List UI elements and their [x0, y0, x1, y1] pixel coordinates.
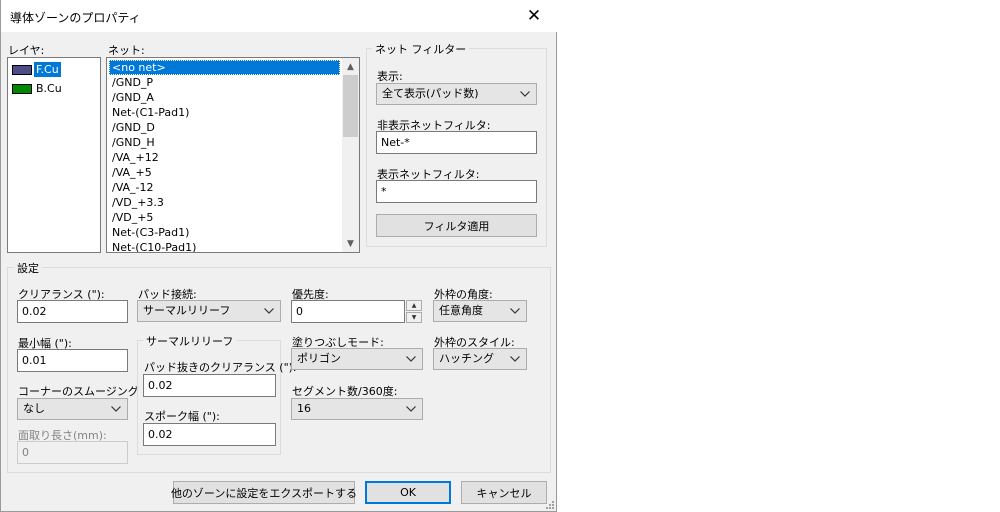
- net-list-item[interactable]: /GND_D: [109, 120, 340, 135]
- pad-connection-value: サーマルリリーフ: [143, 304, 231, 317]
- chevron-down-icon: [510, 301, 520, 321]
- net-list-item[interactable]: /GND_A: [109, 90, 340, 105]
- chevron-down-icon: [406, 399, 416, 419]
- spoke-width-label: スポーク幅 ("):: [144, 410, 220, 423]
- close-icon: ✕: [526, 6, 542, 26]
- net-list-item[interactable]: Net-(C1-Pad1): [109, 105, 340, 120]
- window-title: 導体ゾーンのプロパティ: [10, 11, 141, 25]
- show-label: 表示:: [377, 70, 403, 83]
- corner-smoothing-value: なし: [23, 402, 45, 415]
- priority-spinner[interactable]: ▲ ▼: [406, 300, 422, 323]
- net-list-item[interactable]: Net-(C10-Pad1): [109, 240, 340, 252]
- fill-mode-value: ポリゴン: [297, 352, 341, 365]
- spoke-width-input[interactable]: 0.02: [143, 423, 276, 446]
- cancel-button[interactable]: キャンセル: [461, 481, 547, 504]
- net-filter-title: ネット フィルター: [372, 41, 470, 57]
- net-list-item[interactable]: Net-(C3-Pad1): [109, 225, 340, 240]
- show-select-value: 全て表示(パッド数): [382, 87, 479, 100]
- scroll-down-icon[interactable]: ▼: [342, 235, 359, 252]
- spin-down-icon[interactable]: ▼: [406, 312, 422, 323]
- net-list-item[interactable]: /GND_H: [109, 135, 340, 150]
- layer-item[interactable]: B.Cu: [12, 81, 64, 96]
- pad-connection-select[interactable]: サーマルリリーフ: [137, 300, 281, 322]
- net-list-item[interactable]: /VD_+3.3: [109, 195, 340, 210]
- chevron-down-icon: [406, 349, 416, 369]
- net-list-item[interactable]: <no net>: [109, 60, 340, 75]
- outline-style-value: ハッチング: [439, 352, 494, 365]
- segments-label: セグメント数/360度:: [292, 385, 398, 398]
- net-list-item[interactable]: /VA_+12: [109, 150, 340, 165]
- scroll-up-icon[interactable]: ▲: [342, 58, 359, 75]
- net-list-scrollbar[interactable]: ▲ ▼: [342, 58, 359, 252]
- net-list-item[interactable]: /VA_-12: [109, 180, 340, 195]
- outline-angle-select[interactable]: 任意角度: [433, 300, 527, 322]
- title-bar: 導体ゾーンのプロパティ ✕: [1, 0, 557, 32]
- close-button[interactable]: ✕: [511, 0, 557, 32]
- chevron-down-icon: [510, 349, 520, 369]
- show-select[interactable]: 全て表示(パッド数): [376, 83, 537, 105]
- layer-color-swatch: [12, 83, 32, 94]
- chamfer-input: 0: [17, 441, 128, 464]
- ok-button[interactable]: OK: [365, 481, 451, 504]
- nets-label: ネット:: [108, 44, 145, 57]
- clearance-input[interactable]: 0.02: [17, 300, 128, 323]
- min-width-input[interactable]: 0.01: [17, 349, 128, 372]
- priority-input[interactable]: 0: [291, 300, 405, 323]
- layer-item-label: F.Cu: [34, 62, 61, 77]
- chevron-down-icon: [520, 84, 530, 104]
- net-list-item[interactable]: /VD_+5: [109, 210, 340, 225]
- chevron-down-icon: [111, 399, 121, 419]
- outline-style-select[interactable]: ハッチング: [433, 348, 527, 370]
- segments-value: 16: [297, 402, 311, 415]
- zone-properties-dialog: 導体ゾーンのプロパティ ✕ レイヤ: F.Cu B.Cu ネット: <no net…: [0, 0, 557, 512]
- apply-filter-button[interactable]: フィルタ適用: [376, 214, 537, 237]
- outline-angle-value: 任意角度: [439, 304, 483, 317]
- segments-select[interactable]: 16: [291, 398, 423, 420]
- layer-list[interactable]: F.Cu B.Cu: [7, 57, 101, 253]
- antipad-label: パッド抜きのクリアランス ("):: [144, 361, 297, 374]
- antipad-input[interactable]: 0.02: [143, 374, 276, 397]
- net-list[interactable]: <no net>/GND_P/GND_A Net-(C1-Pad1)/GND_D /…: [106, 57, 360, 253]
- layer-color-swatch: [12, 64, 32, 75]
- scroll-thumb[interactable]: [343, 75, 358, 137]
- layer-item[interactable]: F.Cu: [12, 62, 61, 77]
- corner-smoothing-label: コーナーのスムージング: [18, 385, 139, 398]
- corner-smoothing-select[interactable]: なし: [17, 398, 128, 420]
- spin-up-icon[interactable]: ▲: [406, 300, 422, 311]
- layers-label: レイヤ:: [8, 44, 45, 57]
- hide-filter-input[interactable]: Net-*: [376, 131, 537, 154]
- net-list-item[interactable]: /VA_+5: [109, 165, 340, 180]
- layer-item-label: B.Cu: [36, 82, 62, 95]
- fill-mode-select[interactable]: ポリゴン: [291, 348, 423, 370]
- thermal-relief-title: サーマルリリーフ: [143, 333, 237, 349]
- chevron-down-icon: [264, 301, 274, 321]
- settings-title: 設定: [14, 260, 42, 276]
- show-filter-input[interactable]: *: [376, 180, 537, 203]
- export-settings-button[interactable]: 他のゾーンに設定をエクスポートする: [171, 481, 357, 504]
- net-list-item[interactable]: /GND_P: [109, 75, 340, 90]
- resize-grip-icon[interactable]: [545, 500, 555, 510]
